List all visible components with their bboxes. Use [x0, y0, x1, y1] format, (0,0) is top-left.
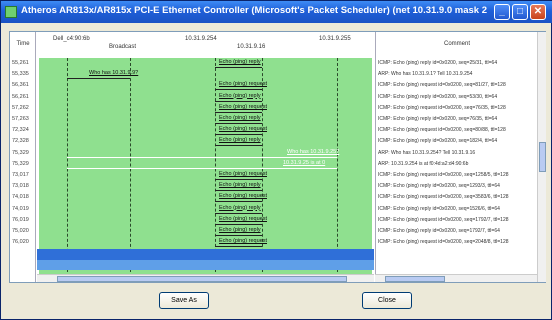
message-label[interactable]: Echo (ping) request	[219, 238, 267, 244]
time-cell: 72,328	[12, 138, 29, 145]
message-arrow[interactable]	[215, 246, 262, 248]
message-label[interactable]: Echo (ping) reply	[219, 137, 261, 143]
time-cell: 73,017	[12, 172, 29, 178]
message-arrow[interactable]	[215, 89, 262, 91]
time-cell: 74,019	[12, 205, 29, 212]
message-arrow[interactable]	[215, 223, 262, 225]
message-arrow[interactable]	[67, 156, 337, 158]
window-title: Atheros AR813x/AR815x PCI-E Ethernet Con…	[21, 5, 487, 16]
close-window-button[interactable]: ✕	[530, 4, 546, 20]
message-label[interactable]: Echo (ping) reply	[219, 59, 261, 65]
message-label[interactable]: Echo (ping) request	[219, 81, 267, 87]
graph-area[interactable]: Dell_c4:90:6b Broadcast 10.31.9.254 10.3…	[37, 32, 374, 282]
message-arrow[interactable]	[215, 190, 262, 192]
time-cell: 57,262	[12, 104, 29, 111]
graph-body: Echo (ping) reply Who has 10.31.9.9? Echo …	[37, 58, 374, 282]
message-arrow[interactable]	[215, 134, 262, 136]
host-header: Dell_c4:90:6b Broadcast 10.31.9.254 10.3…	[37, 32, 374, 56]
message-label[interactable]: Echo (ping) request	[219, 126, 267, 132]
message-arrow[interactable]	[215, 123, 262, 124]
comment-cell: ICMP: Echo (ping) request id=0x0200, seq…	[378, 172, 509, 178]
comment-cell: ICMP: Echo (ping) request id=0x0200, seq…	[378, 239, 509, 246]
message-arrow[interactable]	[67, 167, 337, 169]
maximize-button[interactable]: □	[512, 4, 528, 20]
comment-cell: ARP: Who has 10.31.9.254? Tell 10.31.9.1…	[378, 149, 476, 156]
time-cell: 56,261	[12, 93, 29, 100]
comment-horizontal-scrollbar[interactable]	[375, 274, 537, 282]
message-label[interactable]: Echo (ping) request	[219, 104, 267, 110]
selected-row[interactable]	[37, 249, 374, 260]
comment-cell: ARP: Who has 10.31.9.1? Tell 10.31.9.254	[378, 71, 473, 78]
message-label[interactable]: Echo (ping) reply	[219, 115, 261, 121]
message-label[interactable]: Echo (ping) reply	[219, 182, 261, 188]
message-arrow[interactable]	[215, 111, 262, 113]
message-label[interactable]: Echo (ping) reply	[219, 227, 261, 233]
save-as-button[interactable]: Save As	[159, 292, 209, 309]
message-arrow[interactable]	[215, 100, 262, 102]
time-cell: 57,263	[12, 116, 29, 122]
message-arrow[interactable]	[215, 201, 262, 203]
time-cell: 56,361	[12, 82, 29, 89]
message-arrow[interactable]	[215, 235, 262, 236]
message-arrow[interactable]	[215, 145, 262, 147]
message-arrow[interactable]	[215, 67, 262, 68]
comment-cell: ICMP: Echo (ping) request id=0x0200, seq…	[378, 82, 506, 89]
time-column: Time 55,261 55,335 56,361 56,261 57,262 57,26…	[10, 32, 36, 282]
message-label[interactable]: Echo (ping) request	[219, 171, 267, 177]
title-bar[interactable]: Atheros AR813x/AR815x PCI-E Ethernet Con…	[1, 1, 552, 23]
message-label[interactable]: Echo (ping) request	[219, 193, 267, 199]
comment-cell: ICMP: Echo (ping) reply id=0x0200, seq=1…	[378, 205, 500, 212]
message-label[interactable]: Echo (ping) reply	[219, 205, 261, 211]
host-label: Dell_c4:90:6b	[53, 36, 90, 42]
vertical-scrollbar[interactable]	[537, 32, 546, 282]
message-label[interactable]: Echo (ping) reply	[219, 93, 261, 99]
time-cell: 76,019	[12, 216, 29, 223]
comment-cell: ICMP: Echo (ping) request id=0x0200, seq…	[378, 127, 506, 134]
message-label[interactable]: Echo (ping) request	[219, 216, 267, 222]
time-cell: 75,020	[12, 228, 29, 234]
time-cell: 73,018	[12, 183, 29, 190]
message-label[interactable]: Who has 10.31.9.9?	[89, 70, 138, 76]
comment-cell: ICMP: Echo (ping) reply id=0x0200, seq=1…	[378, 138, 498, 145]
scroll-thumb[interactable]	[385, 276, 445, 282]
comment-cell: ICMP: Echo (ping) request id=0x0200, seq…	[378, 194, 509, 201]
comment-cell: ICMP: Echo (ping) request id=0x0200, seq…	[378, 216, 509, 223]
comment-cell: ICMP: Echo (ping) request id=0x0200, seq…	[378, 104, 506, 111]
comment-header: Comment	[443, 41, 470, 47]
message-arrow[interactable]	[215, 179, 262, 180]
message-arrow[interactable]	[215, 212, 262, 214]
comment-cell: ICMP: Echo (ping) reply id=0x0200, seq=1…	[378, 228, 500, 234]
message-arrow[interactable]	[67, 78, 130, 80]
host-label: Broadcast	[109, 44, 137, 50]
time-cell: 75,329	[12, 160, 29, 167]
comment-cell: ICMP: Echo (ping) reply id=0x0200, seq=1…	[378, 183, 500, 190]
time-cell: 55,335	[12, 71, 29, 78]
host-label: 10.31.9.255	[319, 36, 351, 42]
comment-cell: ARP: 10.31.9.254 is at f0:4d:a2:d4:90:6b	[378, 160, 469, 167]
comment-cell: ICMP: Echo (ping) reply id=0x0200, seq=5…	[378, 93, 498, 100]
flow-graph-panel: Time 55,261 55,335 56,361 56,261 57,262 57,26…	[9, 31, 546, 283]
time-cell: 55,261	[12, 60, 29, 66]
close-button[interactable]: Close	[362, 292, 412, 309]
graph-horizontal-scrollbar[interactable]	[37, 274, 374, 282]
host-label: 10.31.9.16	[237, 44, 266, 50]
selected-row[interactable]	[37, 260, 374, 270]
time-cell: 75,329	[12, 149, 29, 156]
host-label: 10.31.9.254	[185, 36, 217, 42]
message-label[interactable]: Who has 10.31.9.25?	[287, 149, 339, 155]
app-icon	[5, 6, 17, 18]
time-cell: 76,020	[12, 239, 29, 246]
time-header: Time	[16, 41, 30, 47]
minimize-button[interactable]: _	[494, 4, 510, 20]
comment-cell: ICMP: Echo (ping) reply id=0x0200, seq=7…	[378, 116, 498, 122]
message-label[interactable]: 10.31.9.25 is at 0	[283, 160, 325, 166]
time-cell: 72,324	[12, 127, 29, 134]
comment-column: Comment ICMP: Echo (ping) reply id=0x020…	[375, 32, 537, 282]
scroll-thumb[interactable]	[57, 276, 347, 282]
comment-cell: ICMP: Echo (ping) reply id=0x0200, seq=2…	[378, 60, 498, 66]
flow-graph-window: Atheros AR813x/AR815x PCI-E Ethernet Con…	[0, 0, 552, 320]
scroll-thumb[interactable]	[539, 142, 546, 172]
time-cell: 74,018	[12, 194, 29, 201]
